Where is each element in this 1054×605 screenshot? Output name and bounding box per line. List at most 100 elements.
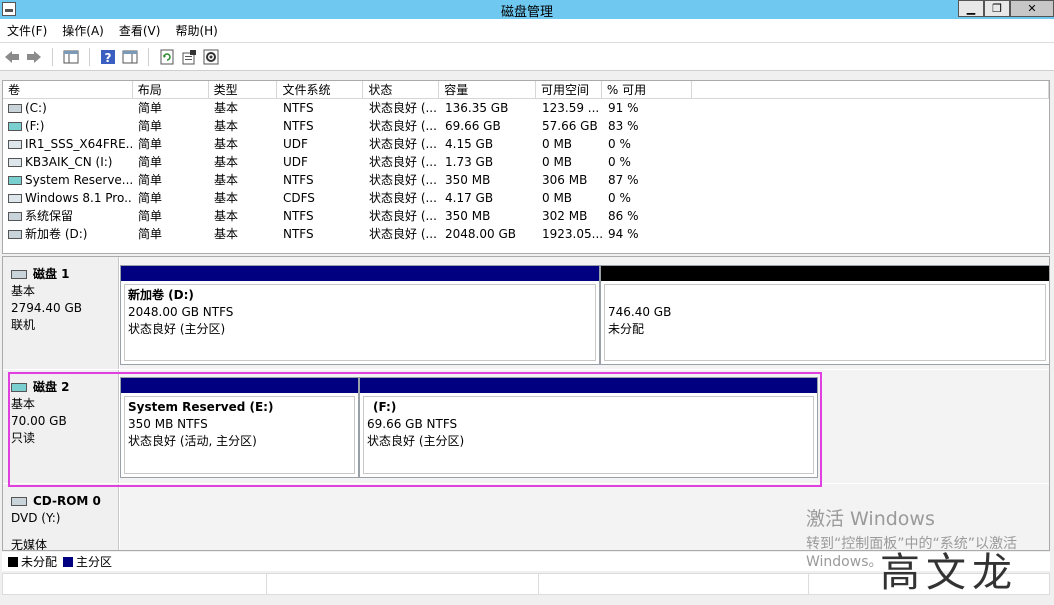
partition-name: (F:): [373, 400, 397, 414]
table-row[interactable]: (C:) 简单 基本 NTFS 状态良好 (... 136.35 GB 123.…: [3, 99, 1049, 117]
column-header-volume[interactable]: 卷: [3, 81, 133, 98]
partition-name: System Reserved (E:): [128, 400, 274, 414]
partition-unallocated[interactable]: 746.40 GB 未分配: [600, 265, 1049, 365]
table-row[interactable]: (F:) 简单 基本 NTFS 状态良好 (... 69.66 GB 57.66…: [3, 117, 1049, 135]
partition-system-reserved-e[interactable]: System Reserved (E:) 350 MB NTFS 状态良好 (活…: [120, 377, 359, 478]
minimize-button[interactable]: ▁: [958, 0, 984, 17]
free-space-cell: 0 MB: [542, 155, 573, 169]
type-cell: 基本: [214, 209, 239, 223]
volume-name: 新加卷 (D:): [25, 227, 88, 241]
table-row[interactable]: IR1_SSS_X64FRE... 简单 基本 UDF 状态良好 (... 4.…: [3, 135, 1049, 153]
disk-name: CD-ROM 0: [33, 494, 101, 508]
toolbar-separator: [89, 47, 90, 66]
partition-size: 350 MB NTFS: [128, 417, 208, 431]
restore-icon: ❐: [992, 2, 1002, 15]
legend-label-unallocated: 未分配: [21, 555, 58, 569]
column-header-layout[interactable]: 布局: [133, 81, 209, 98]
capacity-cell: 2048.00 GB: [445, 227, 516, 241]
table-row[interactable]: 系统保留 简单 基本 NTFS 状态良好 (... 350 MB 302 MB …: [3, 207, 1049, 225]
disk-1-label[interactable]: 磁盘 1 基本 2794.40 GB 联机: [3, 257, 119, 369]
filesystem-cell: NTFS: [283, 209, 314, 223]
free-space-cell: 123.59 ...: [542, 101, 600, 115]
menu-view[interactable]: 查看(V): [112, 22, 169, 39]
menu-file[interactable]: 文件(F): [0, 22, 55, 39]
disk-1-partitions: 新加卷 (D:) 2048.00 GB NTFS 状态良好 (主分区) 746.…: [120, 257, 1049, 369]
settings-button[interactable]: [201, 47, 221, 67]
disk-type: 基本: [11, 397, 36, 411]
volume-name: KB3AIK_CN (I:): [25, 155, 113, 169]
column-header-free-space[interactable]: 可用空间: [536, 81, 602, 98]
back-button[interactable]: [2, 47, 22, 67]
capacity-cell: 4.15 GB: [445, 137, 494, 151]
disk-type: DVD (Y:): [11, 511, 61, 525]
partition-new-volume-d[interactable]: 新加卷 (D:) 2048.00 GB NTFS 状态良好 (主分区): [120, 265, 600, 365]
status-cell: 状态良好 (...: [369, 191, 437, 205]
column-header-percent-free[interactable]: % 可用: [602, 81, 692, 98]
disk-status: 只读: [11, 431, 36, 445]
volume-list-header: 卷 布局 类型 文件系统 状态 容量 可用空间 % 可用: [3, 81, 1049, 99]
column-header-filesystem[interactable]: 文件系统: [277, 81, 364, 98]
partition-size: 746.40 GB: [608, 305, 672, 319]
properties-icon: [182, 49, 196, 64]
percent-free-cell: 0 %: [608, 191, 631, 205]
volume-name: System Reserve...: [25, 173, 133, 187]
help-icon: ?: [101, 49, 115, 65]
disk-2-label[interactable]: 磁盘 2 基本 70.00 GB 只读: [3, 370, 119, 483]
drive-icon: [8, 175, 22, 185]
partition-f[interactable]: (F:) 69.66 GB NTFS 状态良好 (主分区): [359, 377, 818, 478]
close-button[interactable]: ✕: [1010, 0, 1054, 17]
menu-bar: 文件(F) 操作(A) 查看(V) 帮助(H): [0, 19, 1054, 43]
percent-free-cell: 0 %: [608, 155, 631, 169]
show-pane-button[interactable]: [61, 47, 81, 67]
maximize-button[interactable]: ❐: [984, 0, 1010, 17]
partition-bar: [121, 378, 358, 393]
partition-status: 未分配: [608, 322, 645, 336]
partition-name: 新加卷 (D:): [128, 288, 194, 302]
type-cell: 基本: [214, 119, 239, 133]
free-space-cell: 1923.05...: [542, 227, 603, 241]
disk-type: 基本: [11, 284, 36, 298]
properties-button[interactable]: [179, 47, 199, 67]
status-cell: 状态良好 (...: [369, 119, 437, 133]
partition-bar: [601, 266, 1049, 281]
table-row[interactable]: Windows 8.1 Pro... 简单 基本 CDFS 状态良好 (... …: [3, 189, 1049, 207]
forward-button[interactable]: [24, 47, 44, 67]
capacity-cell: 69.66 GB: [445, 119, 501, 133]
filesystem-cell: NTFS: [283, 227, 314, 241]
type-cell: 基本: [214, 137, 239, 151]
show-console-tree-button[interactable]: [120, 47, 140, 67]
column-header-type[interactable]: 类型: [209, 81, 278, 98]
refresh-icon: [160, 49, 174, 64]
disk-name: 磁盘 1: [33, 267, 70, 281]
free-space-cell: 0 MB: [542, 137, 573, 151]
table-row[interactable]: 新加卷 (D:) 简单 基本 NTFS 状态良好 (... 2048.00 GB…: [3, 225, 1049, 243]
type-cell: 基本: [214, 101, 239, 115]
layout-cell: 简单: [138, 173, 163, 187]
percent-free-cell: 86 %: [608, 209, 639, 223]
refresh-button[interactable]: [157, 47, 177, 67]
volume-name: 系统保留: [25, 209, 74, 223]
disk-graphical-view: 磁盘 1 基本 2794.40 GB 联机 新加卷 (D:) 2048.00 G…: [2, 256, 1050, 551]
column-header-status[interactable]: 状态: [363, 81, 440, 98]
table-row[interactable]: System Reserve... 简单 基本 NTFS 状态良好 (... 3…: [3, 171, 1049, 189]
partition-status: 状态良好 (主分区): [367, 434, 465, 448]
menu-action[interactable]: 操作(A): [55, 22, 112, 39]
status-cell: 状态良好 (...: [369, 209, 437, 223]
status-cell: 状态良好 (...: [369, 173, 437, 187]
help-button[interactable]: ?: [98, 47, 118, 67]
table-row[interactable]: KB3AIK_CN (I:) 简单 基本 UDF 状态良好 (... 1.73 …: [3, 153, 1049, 171]
column-header-capacity[interactable]: 容量: [439, 81, 536, 98]
free-space-cell: 306 MB: [542, 173, 588, 187]
cdrom-0-label[interactable]: CD-ROM 0 DVD (Y:) 无媒体: [3, 484, 119, 550]
window-controls: ▁ ❐ ✕: [958, 0, 1054, 17]
toolbar: ?: [0, 43, 1054, 71]
disk-name: 磁盘 2: [33, 380, 70, 394]
window-title: 磁盘管理: [500, 5, 553, 20]
status-cell: 状态良好 (...: [369, 137, 437, 151]
drive-icon: [8, 103, 22, 113]
filesystem-cell: CDFS: [283, 191, 315, 205]
author-signature: 高文龙: [880, 550, 1018, 596]
show-pane-icon: [63, 50, 79, 63]
capacity-cell: 350 MB: [445, 173, 491, 187]
menu-help[interactable]: 帮助(H): [168, 22, 225, 39]
